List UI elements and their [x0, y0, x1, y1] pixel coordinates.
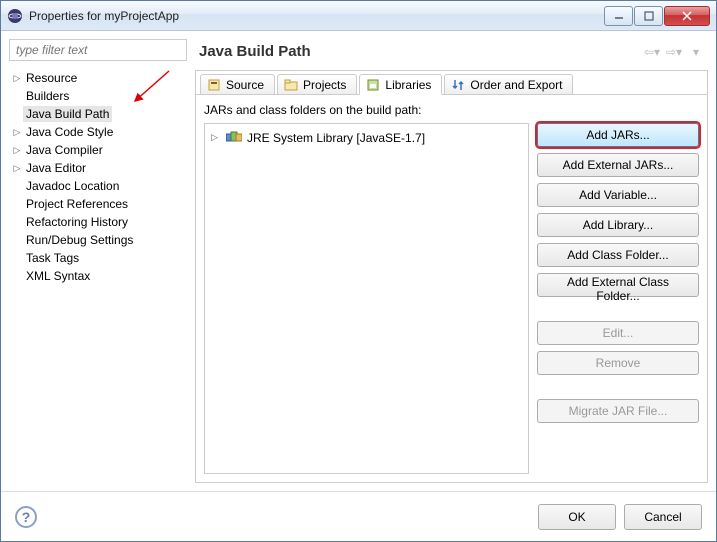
view-menu-icon[interactable]: ▾ [688, 44, 704, 60]
tab-folder: Source Projects Libraries Order and Expo… [195, 70, 708, 483]
help-icon[interactable]: ? [15, 506, 37, 528]
library-entry[interactable]: ▷ JRE System Library [JavaSE-1.7] [209, 128, 524, 147]
tree-item-java-editor[interactable]: ▷Java Editor [9, 159, 187, 177]
tree-item-refactoring-history[interactable]: Refactoring History [9, 213, 187, 231]
tree-item-project-references[interactable]: Project References [9, 195, 187, 213]
window-controls [604, 6, 710, 26]
window-title: Properties for myProjectApp [29, 9, 604, 23]
properties-dialog: Properties for myProjectApp ▷Resource Bu… [0, 0, 717, 542]
libraries-description: JARs and class folders on the build path… [204, 103, 699, 117]
add-external-jars-button[interactable]: Add External JARs... [537, 153, 699, 177]
add-external-class-folder-button[interactable]: Add External Class Folder... [537, 273, 699, 297]
source-icon [207, 78, 221, 92]
maximize-button[interactable] [634, 6, 663, 26]
tab-source[interactable]: Source [200, 74, 275, 94]
chevron-right-icon: ▷ [11, 127, 23, 138]
tab-projects[interactable]: Projects [277, 74, 357, 94]
tree-item-java-compiler[interactable]: ▷Java Compiler [9, 141, 187, 159]
add-variable-button[interactable]: Add Variable... [537, 183, 699, 207]
category-sidebar: ▷Resource Builders Java Build Path ▷Java… [9, 39, 187, 483]
category-tree[interactable]: ▷Resource Builders Java Build Path ▷Java… [9, 67, 187, 483]
add-library-button[interactable]: Add Library... [537, 213, 699, 237]
chevron-right-icon: ▷ [11, 163, 23, 174]
tabstrip: Source Projects Libraries Order and Expo… [196, 71, 707, 95]
tree-item-java-build-path[interactable]: Java Build Path [9, 105, 187, 123]
minimize-button[interactable] [604, 6, 633, 26]
page-header: Java Build Path ⇦▾ ⇨▾ ▾ [199, 43, 704, 60]
libraries-list[interactable]: ▷ JRE System Library [JavaSE-1.7] [204, 123, 529, 474]
tab-libraries-body: JARs and class folders on the build path… [196, 95, 707, 482]
close-button[interactable] [664, 6, 710, 26]
filter-input[interactable] [9, 39, 187, 61]
library-entry-label: JRE System Library [JavaSE-1.7] [247, 131, 425, 145]
tree-item-resource[interactable]: ▷Resource [9, 69, 187, 87]
tree-item-java-code-style[interactable]: ▷Java Code Style [9, 123, 187, 141]
remove-button: Remove [537, 351, 699, 375]
tree-item-run-debug-settings[interactable]: Run/Debug Settings [9, 231, 187, 249]
content-area: ▷Resource Builders Java Build Path ▷Java… [1, 31, 716, 491]
libraries-button-column: Add JARs... Add External JARs... Add Var… [537, 123, 699, 474]
library-icon [226, 129, 242, 146]
tree-item-builders[interactable]: Builders [9, 87, 187, 105]
tree-item-xml-syntax[interactable]: XML Syntax [9, 267, 187, 285]
main-panel: Java Build Path ⇦▾ ⇨▾ ▾ Source Projects [195, 39, 708, 483]
libraries-icon [366, 78, 380, 92]
edit-button: Edit... [537, 321, 699, 345]
cancel-button[interactable]: Cancel [624, 504, 702, 530]
migrate-jar-button: Migrate JAR File... [537, 399, 699, 423]
dialog-footer: ? OK Cancel [1, 491, 716, 541]
add-jars-button[interactable]: Add JARs... [537, 123, 699, 147]
tab-libraries[interactable]: Libraries [359, 74, 442, 95]
tree-item-task-tags[interactable]: Task Tags [9, 249, 187, 267]
eclipse-icon [7, 8, 23, 24]
nav-forward-icon[interactable]: ⇨▾ [666, 44, 682, 60]
nav-back-icon[interactable]: ⇦▾ [644, 44, 660, 60]
projects-icon [284, 78, 298, 92]
chevron-right-icon: ▷ [11, 73, 23, 84]
page-title: Java Build Path [199, 43, 644, 60]
order-icon [451, 78, 465, 92]
ok-button[interactable]: OK [538, 504, 616, 530]
tab-order-export[interactable]: Order and Export [444, 74, 573, 94]
tree-item-javadoc-location[interactable]: Javadoc Location [9, 177, 187, 195]
titlebar: Properties for myProjectApp [1, 1, 716, 31]
add-class-folder-button[interactable]: Add Class Folder... [537, 243, 699, 267]
chevron-right-icon: ▷ [11, 145, 23, 156]
chevron-right-icon: ▷ [211, 132, 221, 143]
